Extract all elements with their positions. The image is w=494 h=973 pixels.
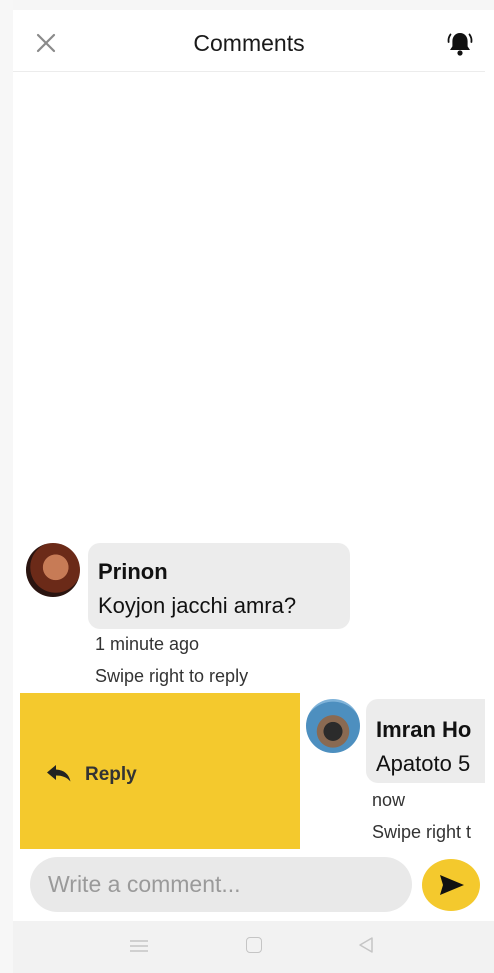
comment-author: Imran Ho [376, 717, 472, 742]
comment-text: Koyjon jacchi amra? [98, 593, 297, 618]
comment-text: Apatoto 5 [376, 751, 471, 776]
left-edge [0, 0, 13, 973]
reply-arrow-icon [47, 765, 71, 782]
send-button[interactable] [422, 859, 480, 911]
notification-button[interactable] [445, 29, 475, 59]
bell-icon [447, 33, 473, 56]
page-title: Comments [193, 30, 305, 56]
header-bar: Comments [13, 14, 485, 72]
status-strip [0, 0, 494, 10]
back-icon[interactable] [357, 936, 375, 954]
send-icon [440, 875, 464, 895]
comment-author: Prinon [98, 559, 168, 584]
reply-action[interactable]: Reply [20, 693, 300, 849]
swipe-hint: Swipe right to reply [95, 666, 249, 686]
comment-input-container [30, 857, 412, 912]
comment-item[interactable]: Imran Ho Apatoto 5 now Swipe right t [300, 693, 485, 853]
swipe-hint: Swipe right t [372, 822, 472, 842]
home-icon[interactable] [246, 937, 262, 953]
comment-time: now [372, 790, 406, 810]
menu-icon[interactable] [129, 939, 149, 953]
comment-bubble: Prinon Koyjon jacchi amra? [88, 543, 350, 629]
reply-label: Reply [85, 764, 137, 785]
system-nav-bar [13, 921, 494, 973]
avatar[interactable] [306, 699, 360, 753]
comments-screen: Comments Prinon Koyjon jacchi amra? 1 mi… [0, 0, 494, 973]
avatar[interactable] [26, 543, 80, 597]
comment-bubble: Imran Ho Apatoto 5 [366, 699, 485, 783]
comment-input[interactable] [30, 857, 412, 912]
comment-time: 1 minute ago [95, 634, 200, 654]
